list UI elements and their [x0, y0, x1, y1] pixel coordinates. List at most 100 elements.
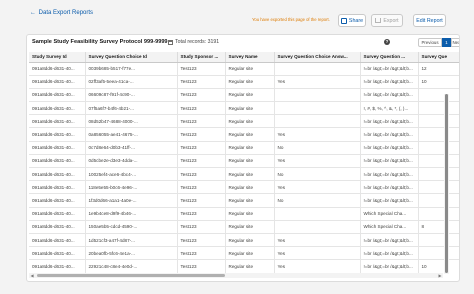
- table-cell: [418, 246, 459, 261]
- table-cell: [274, 88, 361, 103]
- back-to-data-export-reports-link[interactable]: ← Data Export Reports: [30, 10, 93, 16]
- table-cell: Test123: [177, 233, 226, 248]
- table-cell: 20bea0fb-5fc6-4e1a-...: [85, 246, 178, 261]
- table-row[interactable]: 091a8dd6-d631-40... 08d52b47-4688-4000-..…: [29, 114, 459, 129]
- edit-report-button[interactable]: Edit Report: [413, 14, 446, 27]
- column-header[interactable]: Survey Name: [225, 52, 275, 63]
- table-row[interactable]: 091a8dd6-d631-40... 118e5e55-b0c6-4e96-..…: [29, 180, 459, 195]
- table-cell: 118e5e55-b0c6-4e96-...: [85, 180, 178, 195]
- table-cell: 091a8dd6-d631-40...: [29, 114, 86, 129]
- table-cell: 091a8dd6-d631-40...: [29, 62, 86, 76]
- export-button-label: Export: [383, 17, 399, 24]
- scroll-left-arrow-icon[interactable]: ◀: [29, 273, 35, 278]
- table-cell: !=br /&gt;=br /&gt;&lt;b...: [360, 88, 419, 103]
- table-row[interactable]: 091a8dd6-d631-40... 22921c48-c8e4-4e0d-..…: [29, 259, 459, 273]
- column-header[interactable]: Survey Question ...: [360, 52, 419, 63]
- export-button[interactable]: Export: [371, 14, 403, 27]
- table-cell: 1e9b4ce8-d9f9-4b46-...: [85, 207, 178, 221]
- horizontal-scroll-thumb[interactable]: [37, 274, 225, 277]
- table-cell: Regular site: [225, 167, 275, 182]
- table-cell: 091a8dd6-d631-40...: [29, 154, 86, 169]
- table-cell: !=br /&gt;=br /&gt;&lt;b...: [360, 246, 419, 261]
- next-page-button[interactable]: Next: [451, 38, 459, 47]
- table-cell: [418, 127, 459, 142]
- table-row[interactable]: 091a8dd6-d631-40... 20bea0fb-5fc6-4e1a-..…: [29, 246, 459, 261]
- table-cell: 07f5a6f7-b4f6-4b21-...: [85, 101, 178, 116]
- table-cell: Yes: [274, 233, 361, 248]
- table-row[interactable]: 091a8dd6-d631-40... 10025ef4-ace6-4bc4-..…: [29, 167, 459, 182]
- table-row[interactable]: 091a8dd6-d631-40... 0039b685-b517-f77e...…: [29, 62, 459, 76]
- calendar-icon: [168, 39, 173, 45]
- horizontal-scrollbar[interactable]: ◀ ▶: [29, 273, 443, 278]
- help-icon[interactable]: ?: [384, 39, 390, 45]
- vertical-scrollbar[interactable]: [444, 94, 449, 274]
- table-cell: !, #, $, %, ^, &, *, (, )...: [360, 101, 419, 116]
- table-cell: Regular site: [225, 233, 275, 248]
- table-cell: 1d521cf3-a47f-4d87-...: [85, 233, 178, 248]
- pagination: Previous 1 Next: [418, 38, 459, 47]
- table-cell: Yes: [274, 75, 361, 89]
- table-row[interactable]: 091a8dd6-d631-40... 0a856055-ae41-4675-..…: [29, 127, 459, 142]
- table-cell: Test123: [177, 259, 226, 273]
- table-row[interactable]: 091a8dd6-d631-40... 1f3d0d66-a1a1-4a0e-..…: [29, 193, 459, 208]
- table-cell: Test123: [177, 127, 226, 142]
- column-header[interactable]: Survey Question Choice Answ...: [274, 52, 361, 63]
- table-cell: 10: [418, 259, 459, 273]
- share-button-label: Share: [348, 17, 364, 24]
- table-row[interactable]: 091a8dd6-d631-40... 02ff3af5-5eea-41ca-..…: [29, 75, 459, 89]
- table-cell: !=br /&gt;=br /&gt;&lt;b...: [360, 114, 419, 129]
- table-cell: 091a8dd6-d631-40...: [29, 246, 86, 261]
- table-cell: 091a8dd6-d631-40...: [29, 127, 86, 142]
- table-cell: Yes: [274, 154, 361, 169]
- table-row[interactable]: 091a8dd6-d631-40... 1d521cf3-a47f-4d87-..…: [29, 233, 459, 248]
- table-cell: Regular site: [225, 127, 275, 142]
- table-cell: Regular site: [225, 114, 275, 129]
- table-cell: [274, 62, 361, 76]
- table-cell: [274, 114, 361, 129]
- table-cell: Regular site: [225, 207, 275, 221]
- table-cell: !=br /&gt;=br /&gt;&lt;b...: [360, 193, 419, 208]
- table-cell: 22921c48-c8e4-4e0d-...: [85, 259, 178, 273]
- report-card: Sample Study Feasibility Survey Protocol…: [26, 34, 460, 282]
- table-cell: 12: [418, 62, 459, 76]
- table-cell: Yes: [274, 246, 361, 261]
- table-cell: !=br /&gt;=br /&gt;&lt;b...: [360, 259, 419, 273]
- table-cell: 10025ef4-ace6-4bc4-...: [85, 167, 178, 182]
- table-cell: 150ae5b5-cdcd-4590-...: [85, 220, 178, 234]
- table-row[interactable]: 091a8dd6-d631-40... 07f5a6f7-b4f6-4b21-..…: [29, 101, 459, 116]
- table-row[interactable]: 091a8dd6-d631-40... 150ae5b5-cdcd-4590-..…: [29, 220, 459, 234]
- table-cell: Test123: [177, 101, 226, 116]
- table-cell: [418, 193, 459, 208]
- previous-page-button[interactable]: Previous: [418, 38, 442, 47]
- table-cell: [274, 101, 361, 116]
- column-header[interactable]: Survey Question Choice Id: [85, 52, 178, 63]
- table-body: 091a8dd6-d631-40... 0039b685-b517-f77e...…: [29, 62, 459, 273]
- report-table: Study Survey Id Survey Question Choice Id…: [29, 52, 459, 273]
- vertical-scroll-thumb[interactable]: [445, 94, 448, 273]
- table-cell: Test123: [177, 207, 226, 221]
- total-records: Total records: 3191: [168, 39, 219, 45]
- table-cell: [418, 233, 459, 248]
- column-header[interactable]: Survey Que: [418, 52, 459, 63]
- table-cell: 02ff3af5-5eea-41ca-...: [85, 75, 178, 89]
- table-row[interactable]: 091a8dd6-d631-40... 1e9b4ce8-d9f9-4b46-..…: [29, 207, 459, 221]
- table-cell: No: [274, 193, 361, 208]
- column-header[interactable]: Study Sponsor ...: [177, 52, 226, 63]
- table-cell: !=br /&gt;=br /&gt;&lt;b...: [360, 141, 419, 155]
- column-header[interactable]: Study Survey Id: [29, 52, 86, 63]
- current-page-number[interactable]: 1: [442, 38, 451, 47]
- scroll-right-arrow-icon[interactable]: ▶: [437, 273, 443, 278]
- table-row[interactable]: 091a8dd6-d631-40... 06609c87-f91f-4c90-..…: [29, 88, 459, 103]
- table-cell: Regular site: [225, 220, 275, 234]
- table-cell: Regular site: [225, 259, 275, 273]
- table-cell: Regular site: [225, 246, 275, 261]
- table-cell: 08d52b47-4688-4000-...: [85, 114, 178, 129]
- table-cell: [418, 101, 459, 116]
- share-button[interactable]: Share: [338, 14, 366, 27]
- table-row[interactable]: 091a8dd6-d631-40... 0d5cbe2e-d3e3-4dda-..…: [29, 154, 459, 169]
- table-row[interactable]: 091a8dd6-d631-40... 0c7d8e64-d0b3-41ff-..…: [29, 141, 459, 155]
- table-cell: Regular site: [225, 180, 275, 195]
- table-cell: [418, 114, 459, 129]
- table-cell: Test123: [177, 141, 226, 155]
- report-header: Sample Study Feasibility Survey Protocol…: [27, 35, 459, 50]
